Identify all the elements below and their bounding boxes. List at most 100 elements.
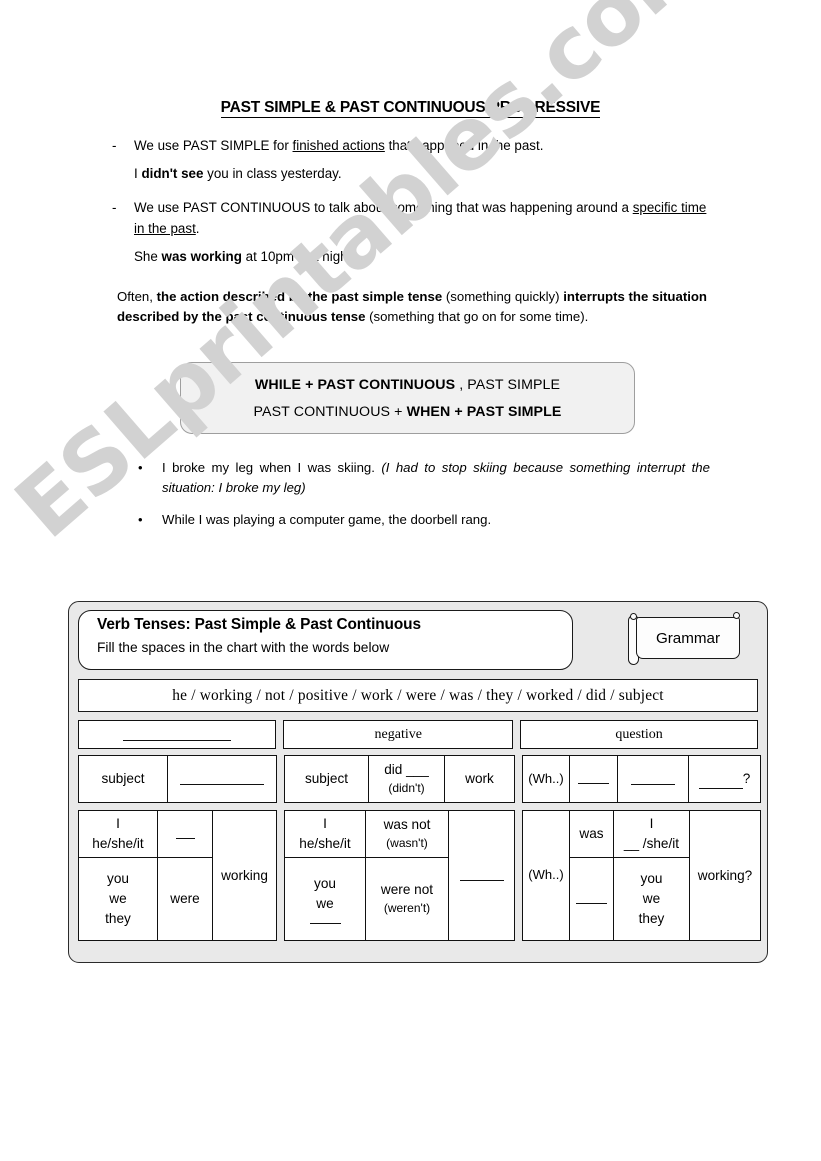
formula-col-wh: (Wh..) <box>523 756 569 802</box>
exercise-title-box: Verb Tenses: Past Simple & Past Continuo… <box>78 610 573 670</box>
chart-header-row: negative question <box>78 720 758 749</box>
subject-i: I <box>649 816 654 832</box>
rule-line: - We use PAST CONTINUOUS to talk about s… <box>112 198 712 240</box>
verb-cell-blank[interactable] <box>449 811 514 940</box>
positive-subject-column: I he/she/it you we they <box>79 811 157 940</box>
negative-verb-column <box>448 811 514 940</box>
rule-lead: We use PAST CONTINUOUS to talk about som… <box>134 200 633 215</box>
subject-i: I <box>116 816 120 832</box>
chart-formula-row: subject subject did ___ (didn't) work (W… <box>78 755 761 803</box>
dash-marker: - <box>112 200 117 215</box>
continuous-negative: I he/she/it you we was not (wasn't) were… <box>284 810 515 941</box>
rule-item-past-continuous: - We use PAST CONTINUOUS to talk about s… <box>112 198 712 267</box>
formula-col-did: did ___ (didn't) <box>368 756 444 802</box>
rule-box-line-2-bold: WHEN + PAST SIMPLE <box>406 403 562 420</box>
subject-we: we <box>316 896 334 911</box>
formula-cell-aux-blank[interactable] <box>570 756 617 802</box>
formula-negative: subject did ___ (didn't) work <box>284 755 515 803</box>
blank-answer-subject[interactable] <box>631 774 675 785</box>
scroll-knob-right-icon <box>733 612 740 619</box>
continuous-grid-negative: I he/she/it you we was not (wasn't) were… <box>284 810 515 941</box>
blank-answer-verb-question[interactable] <box>698 778 743 789</box>
question-verb-column: working? <box>689 811 760 940</box>
exercise-header: Verb Tenses: Past Simple & Past Continuo… <box>78 610 758 672</box>
formula-cell-subject-blank[interactable] <box>618 756 688 802</box>
continuous-positive: I he/she/it you we they were working <box>78 810 277 941</box>
header-question: question <box>520 720 758 749</box>
aux-cell-were-blank[interactable] <box>570 857 613 940</box>
rule-box-line-2: PAST CONTINUOUS + WHEN + PAST SIMPLE <box>254 404 562 420</box>
formula-cell-verb-blank[interactable] <box>168 756 276 802</box>
subject-they: they <box>105 910 131 926</box>
blank-answer-they[interactable] <box>309 914 341 924</box>
table-row-subject-plural: you we they <box>79 857 157 940</box>
subject-we: we <box>642 891 661 907</box>
table-row-subject-plural[interactable]: you we <box>285 857 365 940</box>
subject-heshiit: he/she/it <box>299 836 351 851</box>
formula-cell-subject: subject <box>101 771 145 787</box>
blank-answer-were[interactable] <box>576 894 607 904</box>
table-row-subject-plural: you we they <box>614 857 689 940</box>
wh-cell: (Wh..) <box>528 867 564 883</box>
header-positive[interactable] <box>78 720 277 749</box>
worksheet-page: ESLprintables.com PAST SIMPLE & PAST CON… <box>0 0 821 1161</box>
aux-cell-was-not: was not (wasn't) <box>366 811 448 857</box>
chart-continuous-row: I he/she/it you we they were working I h… <box>78 810 761 941</box>
blank-answer-aux[interactable] <box>578 774 609 784</box>
rule-box-line-1: WHILE + PAST CONTINUOUS , PAST SIMPLE <box>255 377 560 393</box>
negative-aux-column: was not (wasn't) were not (weren't) <box>365 811 448 940</box>
para-bold-1: the action described by the past simple … <box>156 289 443 304</box>
formula-col-aux-blank <box>569 756 617 802</box>
formula-cell-did[interactable]: did ___ (didn't) <box>369 756 444 802</box>
formula-col-verb-blank <box>167 756 276 802</box>
aux-wasnt: (wasn't) <box>386 836 428 851</box>
bullet-icon: • <box>138 511 143 527</box>
example-post: at 10pm last night. <box>241 248 356 264</box>
rule-box-line-2-plain: PAST CONTINUOUS + <box>253 403 407 420</box>
blank-answer-working[interactable] <box>459 870 504 881</box>
question-mark: ? <box>742 771 751 787</box>
dash-marker: - <box>112 138 117 153</box>
list-item-text: I broke my leg when I was skiing. (I had… <box>162 458 710 498</box>
formula-cell-verb-question[interactable]: ? <box>689 756 760 802</box>
example-sentence: While I was playing a computer game, the… <box>162 511 492 527</box>
question-wh-column: (Wh..) <box>523 811 569 940</box>
table-row-subject-singular[interactable]: I __ /she/it <box>614 811 689 857</box>
blank-answer-positive[interactable] <box>123 729 232 741</box>
positive-aux-column: were <box>157 811 212 940</box>
formula-col-subject: subject <box>285 756 368 802</box>
subject-heshiit: he/she/it <box>92 836 144 851</box>
formula-col-subject-blank <box>617 756 688 802</box>
list-item-text: While I was playing a computer game, the… <box>162 510 710 530</box>
grammar-badge-sheet: Grammar <box>636 617 740 659</box>
aux-cell-singular[interactable] <box>158 811 212 857</box>
rule-box-line-1-plain: , PAST SIMPLE <box>455 376 561 393</box>
rule-box-line-1-bold: WHILE + PAST CONTINUOUS <box>254 376 456 393</box>
question-subject-column: I __ /she/it you we they <box>613 811 689 940</box>
aux-were-not: were not <box>380 882 434 898</box>
subject-i: I <box>323 816 327 832</box>
table-row-subject-singular: I he/she/it <box>79 811 157 857</box>
grammar-scroll-icon: Grammar <box>628 612 741 668</box>
example-sentence: I broke my leg when I was skiing. <box>162 460 382 475</box>
page-title-text: PAST SIMPLE & PAST CONTINUOUS/PROGRESSIV… <box>220 99 601 118</box>
exercise-panel: Verb Tenses: Past Simple & Past Continuo… <box>68 601 768 963</box>
table-row-subject-singular: I he/she/it <box>285 811 365 857</box>
positive-verb-column: working <box>212 811 276 940</box>
continuous-question: (Wh..) was I __ /she/it you we they work… <box>522 810 761 941</box>
column-group-negative: negative <box>283 720 514 749</box>
verb-cell-working-question: working? <box>697 867 753 883</box>
rule-tail: that happened in the past. <box>384 138 544 153</box>
subject-blank-sheit[interactable]: __ /she/it <box>624 834 679 854</box>
blank-answer-was[interactable] <box>175 830 195 839</box>
formula-did-short: (didn't) <box>388 781 425 796</box>
column-group-positive <box>78 720 277 749</box>
formula-cell-work: work <box>465 771 494 787</box>
exercise-title: Verb Tenses: Past Simple & Past Continuo… <box>97 616 421 633</box>
formula-question: (Wh..) ? <box>522 755 761 803</box>
blank-answer-verb[interactable] <box>180 773 264 785</box>
formula-col-subject: subject <box>79 756 167 802</box>
subject-you: you <box>314 876 336 892</box>
rule-item-past-simple: - We use PAST SIMPLE for finished action… <box>112 136 712 185</box>
verb-cell-working: working <box>221 867 268 883</box>
